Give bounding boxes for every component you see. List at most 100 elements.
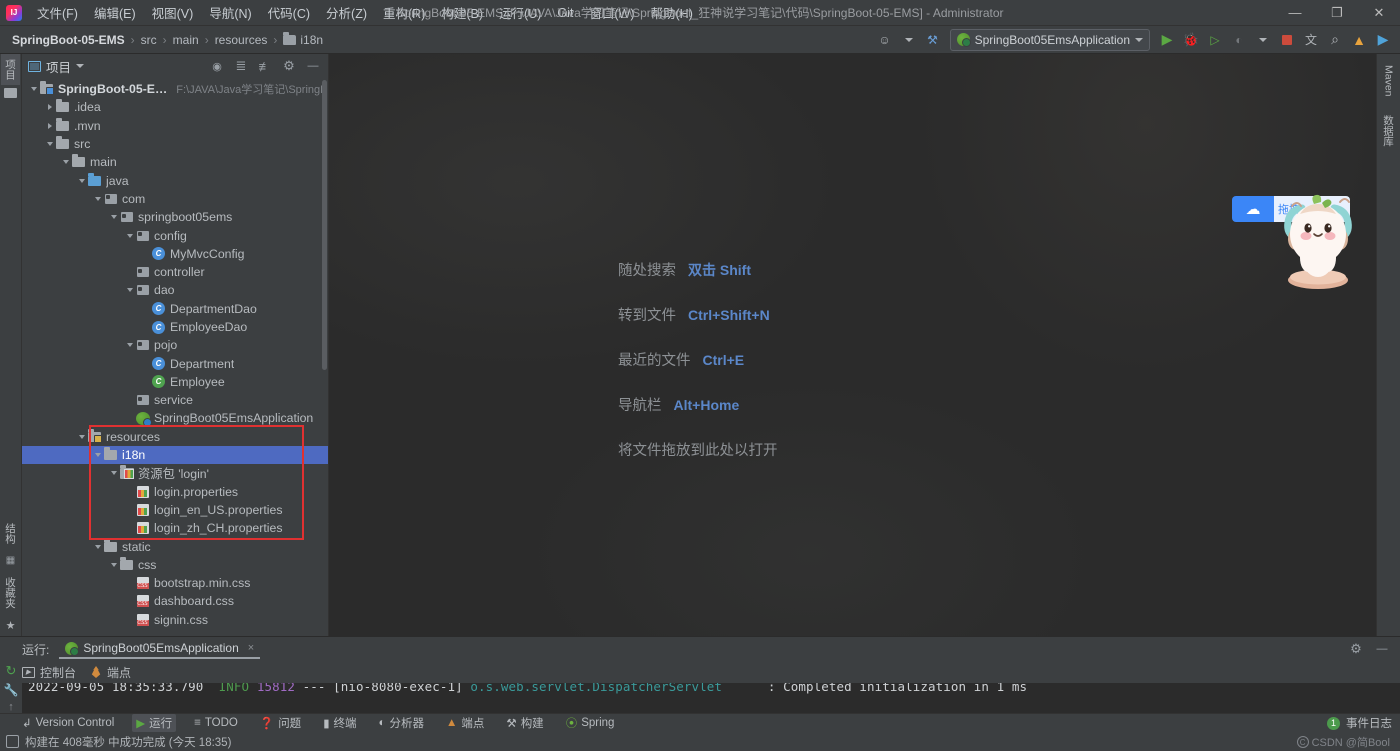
run-configuration-selector[interactable]: SpringBoot05EmsApplication [949, 28, 1150, 51]
hide-panel-icon[interactable]: — [305, 58, 321, 74]
stop-icon[interactable] [1276, 29, 1298, 51]
settings-gear-icon[interactable]: ⚙ [1348, 641, 1364, 657]
tree-node[interactable]: SpringBoot05EmsApplication [22, 409, 328, 427]
chevron-down-icon[interactable] [28, 87, 39, 91]
run-with-coverage-icon[interactable]: ▷ [1204, 29, 1226, 51]
menu-code[interactable]: 代码(C) [260, 0, 318, 25]
tree-node[interactable]: 资源包 'login' [22, 464, 328, 482]
update-icon[interactable]: ▲ [1348, 29, 1370, 51]
tree-node[interactable]: controller [22, 263, 328, 281]
chevron-down-icon[interactable] [108, 563, 119, 567]
tree-node[interactable]: static [22, 537, 328, 555]
minimize-button[interactable]: — [1274, 0, 1316, 26]
tree-node[interactable]: service [22, 391, 328, 409]
chevron-down-icon[interactable] [92, 197, 103, 201]
chevron-down-icon[interactable] [898, 29, 920, 51]
tree-node[interactable]: SpringBoot-05-EMS F:\JAVA\Java学习笔记\Spring… [22, 80, 328, 98]
close-icon[interactable]: × [248, 642, 254, 654]
project-panel-title[interactable]: 项目 [28, 57, 85, 76]
chevron-down-icon[interactable] [108, 215, 119, 219]
tree-node[interactable]: src [22, 135, 328, 153]
toolwindow-problems[interactable]: ❓ 问题 [256, 714, 305, 732]
menu-window[interactable]: 窗口(W) [581, 0, 642, 25]
maximize-button[interactable]: ❐ [1316, 0, 1358, 26]
tree-node[interactable]: dao [22, 281, 328, 299]
tree-node[interactable]: com [22, 190, 328, 208]
rerun-icon[interactable]: ↻ [6, 663, 17, 679]
breadcrumb-item-i18n[interactable]: i18n [279, 31, 327, 48]
hide-panel-icon[interactable]: — [1374, 641, 1390, 657]
tree-node[interactable]: signin.css [22, 611, 328, 629]
chevron-down-icon[interactable] [124, 343, 135, 347]
chevron-down-icon[interactable] [1252, 29, 1274, 51]
tree-node[interactable]: C Employee [22, 373, 328, 391]
tree-node[interactable]: bootstrap.min.css [22, 574, 328, 592]
subtab-console[interactable]: ▶ 控制台 [22, 664, 76, 681]
menu-build[interactable]: 构建(B) [433, 0, 491, 25]
breadcrumb-item-resources[interactable]: resources [211, 32, 272, 48]
toolwindow-spring[interactable]: ⦿ Spring [562, 714, 619, 732]
project-tree[interactable]: SpringBoot-05-EMS F:\JAVA\Java学习笔记\Spring… [22, 78, 328, 636]
sidebar-item-database[interactable]: 数据库 [1379, 110, 1398, 152]
toolwindow-todo[interactable]: ≡ TODO [190, 716, 242, 730]
menu-file[interactable]: 文件(F) [29, 0, 86, 25]
chevron-down-icon[interactable] [108, 471, 119, 475]
toolwindow-terminal[interactable]: ▮ 终端 [319, 714, 360, 732]
chevron-down-icon[interactable] [76, 435, 87, 439]
tree-node[interactable]: login_en_US.properties [22, 501, 328, 519]
expand-all-icon[interactable]: ≣ [233, 58, 249, 74]
tree-node[interactable]: main [22, 153, 328, 171]
tree-node[interactable]: C Department [22, 354, 328, 372]
event-log-label[interactable]: 事件日志 [1346, 715, 1392, 731]
tree-node[interactable]: java [22, 171, 328, 189]
tree-node[interactable]: i18n [22, 445, 328, 465]
menu-git[interactable]: Git [549, 3, 581, 23]
profiler-icon[interactable]: ◐ [1228, 29, 1250, 51]
collapse-all-icon[interactable]: ≢ [257, 58, 273, 74]
breadcrumb-item-project[interactable]: SpringBoot-05-EMS [8, 32, 129, 48]
chevron-down-icon[interactable] [124, 234, 135, 238]
settings-gear-icon[interactable]: ⚙ [281, 58, 297, 74]
scroll-up-icon[interactable]: ↑ [8, 701, 14, 713]
toolwindow-version-control[interactable]: ↲ Version Control [18, 715, 118, 731]
debug-icon[interactable]: 🐞 [1180, 29, 1202, 51]
toolwindow-run[interactable]: ▶ 运行 [132, 714, 177, 732]
menu-navigate[interactable]: 导航(N) [201, 0, 259, 25]
menu-analyze[interactable]: 分析(Z) [318, 0, 375, 25]
ide-run-icon[interactable]: ▶ [1372, 29, 1394, 51]
project-tree-scrollbar[interactable] [322, 80, 327, 370]
breadcrumb-item-main[interactable]: main [169, 32, 203, 48]
sidebar-item-favorites[interactable]: 收藏夹 [1, 572, 20, 614]
sidebar-item-maven[interactable]: Maven [1381, 60, 1397, 102]
editor-empty-state[interactable]: 随处搜索 双击 Shift 转到文件 Ctrl+Shift+N 最近的文件 Ct… [329, 54, 1376, 636]
tree-node[interactable]: config [22, 226, 328, 244]
tree-node[interactable]: springboot05ems [22, 208, 328, 226]
sidebar-item-project[interactable]: 项目 [1, 54, 20, 85]
hammer-icon[interactable]: ⚒ [922, 29, 944, 51]
chevron-down-icon[interactable] [60, 160, 71, 164]
run-tab[interactable]: SpringBoot05EmsApplication × [59, 639, 261, 659]
profile-icon[interactable]: ☺ [874, 29, 896, 51]
console-output[interactable]: 2022-09-05 18:35:33.790 INFO 15812 --- [… [22, 683, 1400, 713]
menu-run[interactable]: 运行(U) [491, 0, 549, 25]
toolwindow-profiler[interactable]: ◐ 分析器 [375, 714, 428, 732]
toolwindow-endpoints[interactable]: ▲ 端点 [442, 714, 488, 732]
chevron-down-icon[interactable] [124, 288, 135, 292]
tree-node[interactable]: C MyMvcConfig [22, 245, 328, 263]
tree-node[interactable]: pojo [22, 336, 328, 354]
tree-node[interactable]: login_zh_CH.properties [22, 519, 328, 537]
chevron-right-icon[interactable] [44, 123, 55, 129]
search-everywhere-icon[interactable]: ⌕ [1324, 29, 1346, 51]
menu-edit[interactable]: 编辑(E) [86, 0, 144, 25]
close-button[interactable]: ✕ [1358, 0, 1400, 26]
tree-node[interactable]: css [22, 556, 328, 574]
chevron-right-icon[interactable] [44, 104, 55, 110]
chevron-down-icon[interactable] [76, 179, 87, 183]
toolwindow-build[interactable]: ⚒ 构建 [502, 714, 547, 732]
wrench-icon[interactable]: 🔧 [4, 683, 19, 697]
services-icon[interactable]: ▦ [6, 555, 15, 566]
tree-node[interactable]: dashboard.css [22, 592, 328, 610]
tree-node[interactable]: C EmployeeDao [22, 318, 328, 336]
tree-node[interactable]: C DepartmentDao [22, 300, 328, 318]
run-icon[interactable]: ▶ [1156, 29, 1178, 51]
